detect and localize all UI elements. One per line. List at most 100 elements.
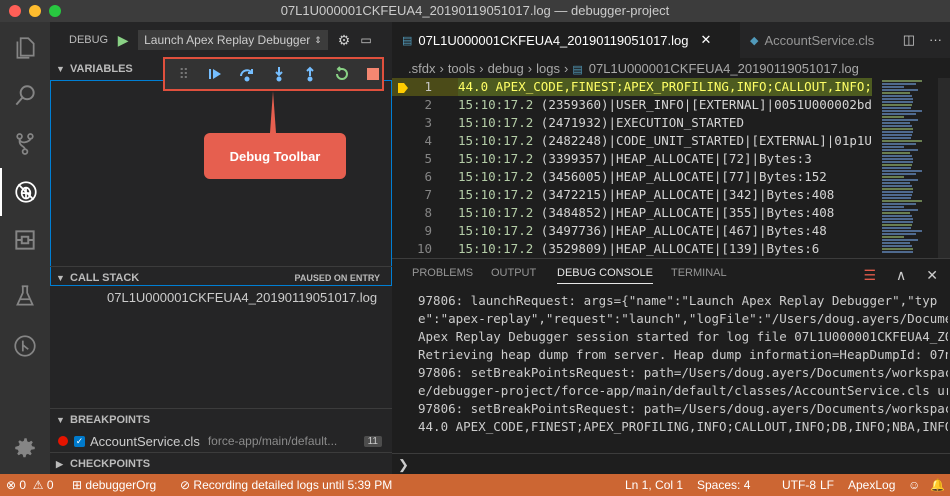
breadcrumb-item[interactable]: 07L1U000001CKFEUA4_20190119051017.log xyxy=(589,61,859,76)
indentation-status[interactable]: Spaces: 4 xyxy=(697,474,750,496)
minimap-line xyxy=(882,203,916,205)
editor-scrollbar[interactable] xyxy=(938,78,950,258)
line-number: 2 xyxy=(424,97,432,112)
code-line[interactable]: 5 15:10:17.2 (3399357)|HEAP_ALLOCATE|[72]… xyxy=(392,150,872,168)
chevron-right-icon: › xyxy=(479,61,484,76)
breadcrumb-item[interactable]: tools xyxy=(448,61,475,76)
minimap-line xyxy=(882,239,918,241)
tab-output[interactable]: OUTPUT xyxy=(491,267,536,279)
line-timestamp: 15:10:17.2 xyxy=(458,187,534,202)
minimap-line xyxy=(882,86,904,88)
tab-terminal[interactable]: TERMINAL xyxy=(671,267,727,279)
open-launch-json-gear-icon[interactable]: ⚙ xyxy=(338,32,351,49)
minimap[interactable] xyxy=(878,78,938,258)
close-panel-icon[interactable]: ✕ xyxy=(926,267,938,284)
debug-console-toggle-icon[interactable]: ▭ xyxy=(360,33,371,47)
breadcrumb-item[interactable]: .sfdx xyxy=(408,61,435,76)
breakpoints-section-header[interactable]: ▼ BREAKPOINTS xyxy=(50,408,392,430)
minimap-line xyxy=(882,149,918,151)
callstack-frame[interactable]: 07L1U000001CKFEUA4_20190119051017.log xyxy=(107,290,377,305)
minimap-line xyxy=(882,170,922,172)
line-text: (2482248)|CODE_UNIT_STARTED|[EXTERNAL]|0… xyxy=(533,133,872,148)
line-timestamp: 15:10:17.2 xyxy=(458,115,534,130)
step-over-icon[interactable] xyxy=(238,65,256,83)
close-window-button[interactable] xyxy=(9,5,21,17)
explorer-icon[interactable] xyxy=(0,24,50,72)
minimap-line xyxy=(882,182,910,184)
problems-status[interactable]: ⊗ 0 ⚠ 0 xyxy=(6,474,54,496)
checkpoints-label: CHECKPOINTS xyxy=(70,458,151,470)
breakpoint-item[interactable]: ✓ AccountService.cls force-app/main/defa… xyxy=(50,431,392,451)
org-status[interactable]: ⊞ debuggerOrg xyxy=(72,474,156,496)
minimap-line xyxy=(882,125,912,127)
minimap-line xyxy=(882,92,910,94)
console-input-prompt[interactable]: ❯ xyxy=(398,457,409,473)
line-text: (2359360)|USER_INFO|[EXTERNAL]|0051U0000… xyxy=(533,97,872,112)
debug-icon[interactable] xyxy=(0,168,50,216)
step-out-icon[interactable] xyxy=(301,65,319,83)
encoding-status[interactable]: UTF-8 xyxy=(782,474,816,496)
tab-debug-console[interactable]: DEBUG CONSOLE xyxy=(557,267,653,284)
launch-config-select[interactable]: Launch Apex Replay Debugger ⇕ xyxy=(138,30,328,50)
stop-icon[interactable] xyxy=(364,65,382,83)
console-line: Retrieving heap dump from server. Heap d… xyxy=(418,347,948,362)
tab-problems[interactable]: PROBLEMS xyxy=(412,267,473,279)
recording-status[interactable]: ⊘ Recording detailed logs until 5:39 PM xyxy=(180,474,392,496)
minimap-line xyxy=(882,155,912,157)
step-into-icon[interactable] xyxy=(270,65,288,83)
continue-icon[interactable] xyxy=(207,65,225,83)
drag-handle-icon[interactable]: ⠿ xyxy=(175,65,193,83)
close-icon[interactable]: ✕ xyxy=(701,32,712,48)
cursor-position[interactable]: Ln 1, Col 1 xyxy=(625,474,683,496)
breakpoint-enabled-checkbox[interactable]: ✓ xyxy=(74,435,85,447)
minimap-line xyxy=(882,140,922,142)
callstack-section-header[interactable]: ▼ CALL STACK PAUSED ON ENTRY xyxy=(50,266,392,288)
chevron-right-icon: › xyxy=(439,61,444,76)
search-icon[interactable] xyxy=(0,72,50,120)
split-editor-icon[interactable]: ◫ xyxy=(903,32,915,48)
more-actions-icon[interactable]: ··· xyxy=(929,32,942,48)
minimap-line xyxy=(882,194,912,196)
code-line[interactable]: 4 15:10:17.2 (2482248)|CODE_UNIT_STARTED|… xyxy=(392,132,872,150)
minimap-line xyxy=(882,152,910,154)
callstack-label: CALL STACK xyxy=(70,272,140,284)
code-line-current[interactable]: 1 44.0 APEX_CODE,FINEST;APEX_PROFILING,I… xyxy=(392,78,872,96)
zoom-window-button[interactable] xyxy=(49,5,61,17)
status-bar: ⊗ 0 ⚠ 0 ⊞ debuggerOrg ⊘ Recording detail… xyxy=(0,474,950,496)
breadcrumb-item[interactable]: logs xyxy=(536,61,560,76)
code-line[interactable]: 8 15:10:17.2 (3484852)|HEAP_ALLOCATE|[355… xyxy=(392,204,872,222)
line-number: 4 xyxy=(424,133,432,148)
tab-accountservice[interactable]: ◆ AccountService.cls xyxy=(740,22,890,58)
code-line[interactable]: 9 15:10:17.2 (3497736)|HEAP_ALLOCATE|[467… xyxy=(392,222,872,240)
tab-log-file[interactable]: ▤ 07L1U000001CKFEUA4_20190119051017.log … xyxy=(392,22,740,58)
notifications-icon[interactable]: 🔔 xyxy=(930,474,945,496)
code-line[interactable]: 2 15:10:17.2 (2359360)|USER_INFO|[EXTERNA… xyxy=(392,96,872,114)
minimap-line xyxy=(882,233,916,235)
settings-gear-icon[interactable] xyxy=(0,424,50,472)
git-graph-icon[interactable] xyxy=(0,322,50,370)
eol-status[interactable]: LF xyxy=(820,474,834,496)
maximize-panel-icon[interactable]: ∧ xyxy=(896,267,906,284)
start-debugging-icon[interactable]: ▶ xyxy=(114,31,132,49)
code-line[interactable]: 7 15:10:17.2 (3472215)|HEAP_ALLOCATE|[342… xyxy=(392,186,872,204)
code-line[interactable]: 3 15:10:17.2 (2471932)|EXECUTION_STARTED xyxy=(392,114,872,132)
code-editor[interactable]: 1 44.0 APEX_CODE,FINEST;APEX_PROFILING,I… xyxy=(392,78,950,258)
clear-console-icon[interactable]: ☰ xyxy=(863,267,876,284)
code-line[interactable]: 6 15:10:17.2 (3456005)|HEAP_ALLOCATE|[77]… xyxy=(392,168,872,186)
breadcrumb-item[interactable]: debug xyxy=(488,61,524,76)
minimap-line xyxy=(882,215,912,217)
line-timestamp: 15:10:17.2 xyxy=(458,133,534,148)
line-timestamp: 15:10:17.2 xyxy=(458,169,534,184)
feedback-icon[interactable]: ☺ xyxy=(908,474,920,496)
org-name: debuggerOrg xyxy=(85,478,157,492)
variables-panel[interactable] xyxy=(50,80,392,286)
code-line[interactable]: 10 15:10:17.2 (3529809)|HEAP_ALLOCATE|[13… xyxy=(392,240,872,258)
language-mode[interactable]: ApexLog xyxy=(848,474,895,496)
checkpoints-section-header[interactable]: ▶ CHECKPOINTS xyxy=(50,452,392,474)
extensions-icon[interactable] xyxy=(0,216,50,264)
minimap-line xyxy=(882,80,922,82)
source-control-icon[interactable] xyxy=(0,120,50,168)
minimize-window-button[interactable] xyxy=(29,5,41,17)
test-icon[interactable] xyxy=(0,272,50,320)
restart-icon[interactable] xyxy=(333,65,351,83)
